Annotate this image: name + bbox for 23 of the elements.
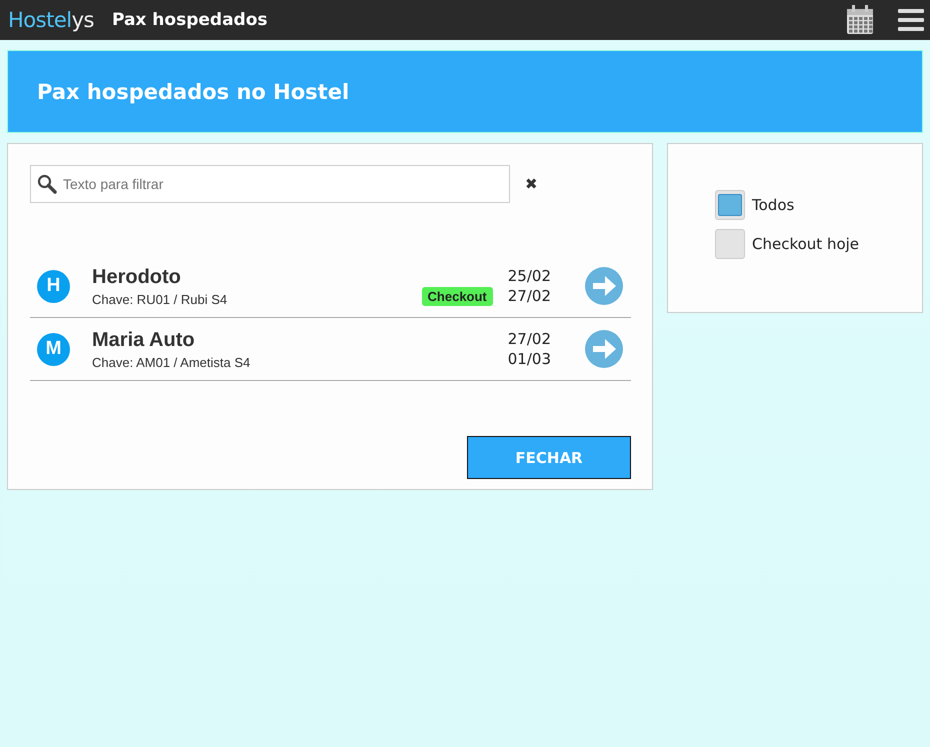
avatar-initial: M <box>37 332 70 366</box>
clear-button[interactable]: ✖ <box>525 175 538 193</box>
filter-option[interactable]: Checkout hoje <box>715 229 922 259</box>
room-key: Chave: AM01 / Ametista S4 <box>92 354 508 370</box>
avatar-initial: H <box>37 270 70 302</box>
guest-name: Maria Auto <box>92 328 196 352</box>
checkin-date: 27/02 <box>508 329 551 349</box>
guest-name: Herodoto <box>92 266 182 288</box>
checkout-badge: Checkout <box>422 287 493 306</box>
guest-row[interactable]: M Maria Auto Chave: AM01 / Ametista S4 27/02 01/03 <box>30 318 631 381</box>
menu-icon[interactable] <box>898 8 924 32</box>
filter-option[interactable]: Todos <box>715 190 922 220</box>
room-key: Chave: RU01 / Rubi S4 <box>92 292 422 306</box>
search-field[interactable]: Texto para filtrar <box>30 165 510 203</box>
checkout-date: 27/02 <box>508 286 551 306</box>
calendar-icon[interactable] <box>846 5 874 35</box>
banner-title: Pax hospedados no Hostel <box>37 80 350 104</box>
guest-row[interactable]: H Herodoto Chave: RU01 / Rubi S4 Checkout 25/02 27/02 <box>30 255 631 318</box>
logo: Hostelys <box>8 8 94 32</box>
checkout-date: 01/03 <box>508 349 551 369</box>
search-icon <box>37 174 57 194</box>
checkin-date: 25/02 <box>508 266 551 286</box>
page-title: Pax hospedados <box>112 10 268 30</box>
